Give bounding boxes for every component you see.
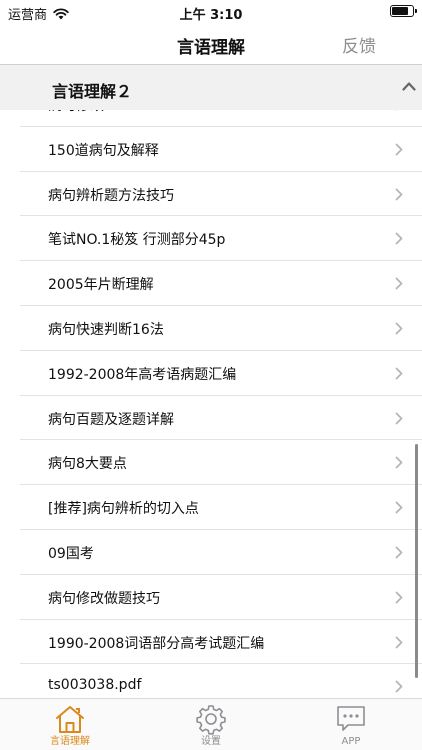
list-item-label: 09国考: [48, 545, 94, 562]
chevron-right-icon: [395, 143, 403, 156]
document-list[interactable]: 病句修改 150道病句及解释病句辨析题方法技巧笔试NO.1秘笈 行测部分45p 20…: [0, 110, 422, 698]
tab-label: APP: [341, 736, 361, 747]
list-item[interactable]: ts003038.pdf: [20, 664, 422, 698]
tab-bar: 言语理解 设置 APP: [0, 698, 422, 750]
section-header[interactable]: 言语理解２: [0, 64, 422, 110]
chevron-right-icon: [395, 501, 403, 514]
feedback-button[interactable]: 反馈: [342, 32, 376, 57]
chevron-right-icon: [395, 188, 403, 200]
tab-label: 言语理解: [50, 736, 90, 747]
list-item-label: 笔试NO.1秘笈 行测部分45p: [48, 232, 226, 249]
list-item[interactable]: 病句修改做题技巧: [20, 575, 422, 620]
list-item[interactable]: 病句百题及逐题详解: [20, 396, 422, 441]
list-item[interactable]: 病句8大要点: [20, 440, 422, 486]
chevron-right-icon: [395, 591, 403, 604]
chevron-right-icon: [395, 322, 403, 335]
gear-icon: [196, 705, 226, 735]
list-item[interactable]: 1992-2008年高考语病题汇编: [20, 351, 422, 396]
list-item-label: 1990-2008词语部分高考试题汇编: [48, 635, 265, 652]
list-item[interactable]: 1990-2008词语部分高考试题汇编: [20, 620, 422, 665]
chevron-right-icon: [395, 456, 403, 469]
chevron-right-icon: [395, 110, 398, 111]
list-item-label: 病句修改做题技巧: [48, 590, 160, 607]
list-item-label: 病句8大要点: [48, 456, 127, 473]
list-item-label: 150道病句及解释: [48, 142, 159, 159]
list-item[interactable]: 150道病句及解释: [20, 127, 422, 172]
list-item-label: ts003038.pdf: [48, 677, 142, 694]
chevron-right-icon: [395, 412, 403, 424]
scrollbar[interactable]: [415, 444, 418, 678]
tab-language-comprehension[interactable]: 言语理解: [20, 703, 120, 749]
list-item[interactable]: [推荐]病句辨析的切入点: [20, 485, 422, 530]
list-item-label: 病句百题及逐题详解: [48, 411, 174, 428]
list-item[interactable]: 笔试NO.1秘笈 行测部分45p: [20, 216, 422, 262]
home-icon: [56, 706, 84, 733]
tab-label: 设置: [201, 736, 221, 747]
chevron-right-icon: [395, 232, 403, 245]
list-content: 病句修改 150道病句及解释病句辨析题方法技巧笔试NO.1秘笈 行测部分45p 20…: [0, 110, 422, 698]
tab-settings[interactable]: 设置: [161, 703, 261, 749]
chevron-right-icon: [395, 636, 403, 648]
list-item-label: 1992-2008年高考语病题汇编: [48, 366, 237, 383]
list-item[interactable]: 2005年片断理解: [20, 261, 422, 306]
status-time: 上午 3:10: [179, 8, 243, 23]
list-item-label: 病句修改: [48, 110, 104, 115]
list-item[interactable]: 病句快速判断16法: [20, 306, 422, 351]
battery-icon: [390, 5, 417, 17]
chat-icon: [337, 706, 365, 731]
chevron-up-icon[interactable]: [402, 81, 416, 91]
list-item[interactable]: 病句辨析题方法技巧: [20, 172, 422, 217]
chevron-right-icon: [395, 277, 403, 290]
list-item[interactable]: 09国考: [20, 530, 422, 575]
list-item-label: [推荐]病句辨析的切入点: [48, 501, 199, 518]
chevron-right-icon: [395, 680, 403, 693]
nav-bar: 言语理解 反馈: [0, 24, 422, 64]
chevron-right-icon: [395, 546, 403, 559]
section-title: 言语理解２: [52, 82, 133, 101]
list-item[interactable]: 病句修改: [20, 110, 422, 127]
list-item-label: 2005年片断理解: [48, 277, 154, 294]
list-item-label: 病句辨析题方法技巧: [48, 187, 174, 204]
chevron-right-icon: [395, 367, 403, 380]
battery-level: [392, 7, 409, 15]
list-item-label: 病句快速判断16法: [48, 321, 164, 338]
status-bar: 运营商 上午 3:10: [0, 0, 422, 24]
tab-app[interactable]: APP: [301, 703, 401, 749]
